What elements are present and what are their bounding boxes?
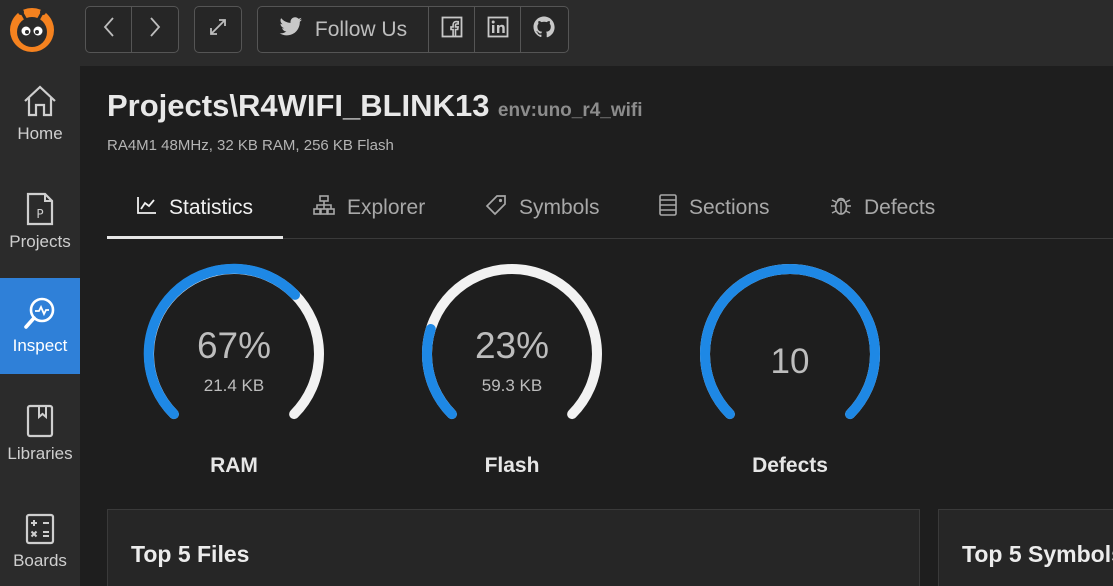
follow-us-button[interactable]: Follow Us bbox=[258, 7, 429, 52]
flash-label: Flash bbox=[484, 454, 540, 477]
ram-gauge: 67% 21.4 KB RAM bbox=[134, 262, 334, 482]
tab-symbols[interactable]: Symbols bbox=[485, 178, 600, 238]
tab-label: Sections bbox=[689, 196, 770, 219]
flash-gauge: 23% 59.3 KB Flash bbox=[412, 262, 612, 482]
sidebar-item-label: Libraries bbox=[7, 444, 73, 463]
defects-label: Defects bbox=[752, 454, 828, 477]
tab-label: Symbols bbox=[519, 196, 600, 219]
back-button[interactable] bbox=[86, 7, 132, 52]
list-icon bbox=[659, 194, 677, 222]
sidebar-item-label: Boards bbox=[13, 551, 67, 570]
top-files-title: Top 5 Files bbox=[131, 541, 250, 567]
sidebar-item-inspect[interactable]: Inspect bbox=[0, 278, 80, 374]
top-symbols-title: Top 5 Symbols bbox=[962, 541, 1113, 567]
calculator-icon bbox=[25, 513, 55, 545]
platformio-logo-icon bbox=[8, 6, 56, 54]
sidebar: Home P Projects Inspect Libraries Boards bbox=[0, 66, 80, 586]
inspect-tabs: Statistics Explorer Symbols Sections Def… bbox=[107, 178, 1113, 239]
sidebar-item-projects[interactable]: P Projects bbox=[0, 174, 80, 270]
tab-label: Explorer bbox=[347, 196, 426, 219]
sidebar-item-label: Inspect bbox=[12, 336, 68, 355]
fullscreen-button-group bbox=[194, 6, 242, 53]
tab-label: Defects bbox=[864, 196, 936, 219]
linkedin-button[interactable] bbox=[475, 7, 521, 52]
github-icon bbox=[532, 15, 556, 44]
twitter-icon bbox=[279, 16, 303, 43]
env-label: env:uno_r4_wifi bbox=[497, 100, 643, 121]
ram-size: 21.4 KB bbox=[203, 376, 265, 395]
chevron-right-icon bbox=[148, 16, 162, 43]
svg-text:P: P bbox=[36, 207, 43, 221]
tab-sections[interactable]: Sections bbox=[659, 178, 770, 238]
page-title: Projects\R4WIFI_BLINK13 bbox=[107, 88, 490, 123]
linkedin-icon bbox=[487, 16, 509, 43]
ram-label: RAM bbox=[210, 454, 258, 477]
sidebar-item-label: Home bbox=[17, 124, 63, 143]
inspect-icon bbox=[23, 296, 57, 330]
board-specs: RA4M1 48MHz, 32 KB RAM, 256 KB Flash bbox=[107, 137, 394, 154]
book-icon bbox=[26, 404, 54, 438]
github-button[interactable] bbox=[521, 7, 567, 52]
top-files-panel: Top 5 Files bbox=[107, 509, 920, 586]
chevron-left-icon bbox=[102, 16, 116, 43]
tag-icon bbox=[485, 194, 507, 222]
sidebar-item-label: Projects bbox=[9, 232, 71, 251]
flash-percent: 23% bbox=[474, 325, 550, 366]
active-tab-indicator bbox=[107, 236, 283, 239]
bug-icon bbox=[830, 194, 852, 222]
forward-button[interactable] bbox=[132, 7, 178, 52]
line-chart-icon bbox=[137, 196, 157, 220]
history-nav bbox=[85, 6, 179, 53]
sidebar-item-libraries[interactable]: Libraries bbox=[0, 386, 80, 482]
facebook-button[interactable] bbox=[429, 7, 475, 52]
page-header: Projects\R4WIFI_BLINK13 env:uno_r4_wifi bbox=[107, 88, 643, 124]
ram-percent: 67% bbox=[196, 325, 272, 366]
fullscreen-button[interactable] bbox=[195, 7, 241, 52]
home-icon bbox=[22, 84, 58, 118]
sidebar-item-boards[interactable]: Boards bbox=[0, 494, 80, 586]
top-toolbar: Follow Us bbox=[0, 0, 1113, 66]
sitemap-icon bbox=[313, 195, 335, 221]
follow-us-label: Follow Us bbox=[314, 17, 408, 41]
expand-icon bbox=[207, 16, 229, 43]
social-links: Follow Us bbox=[257, 6, 569, 53]
top-symbols-panel: Top 5 Symbols bbox=[938, 509, 1113, 586]
defects-count: 10 bbox=[770, 342, 810, 381]
flash-size: 59.3 KB bbox=[481, 376, 543, 395]
tab-label: Statistics bbox=[169, 196, 254, 219]
tab-explorer[interactable]: Explorer bbox=[313, 178, 425, 238]
tab-statistics[interactable]: Statistics bbox=[137, 178, 253, 238]
sidebar-item-home[interactable]: Home bbox=[0, 66, 80, 162]
project-file-icon: P bbox=[26, 192, 54, 226]
facebook-icon bbox=[441, 16, 463, 43]
defects-gauge: 10 Defects bbox=[690, 262, 890, 482]
tab-defects[interactable]: Defects bbox=[830, 178, 935, 238]
